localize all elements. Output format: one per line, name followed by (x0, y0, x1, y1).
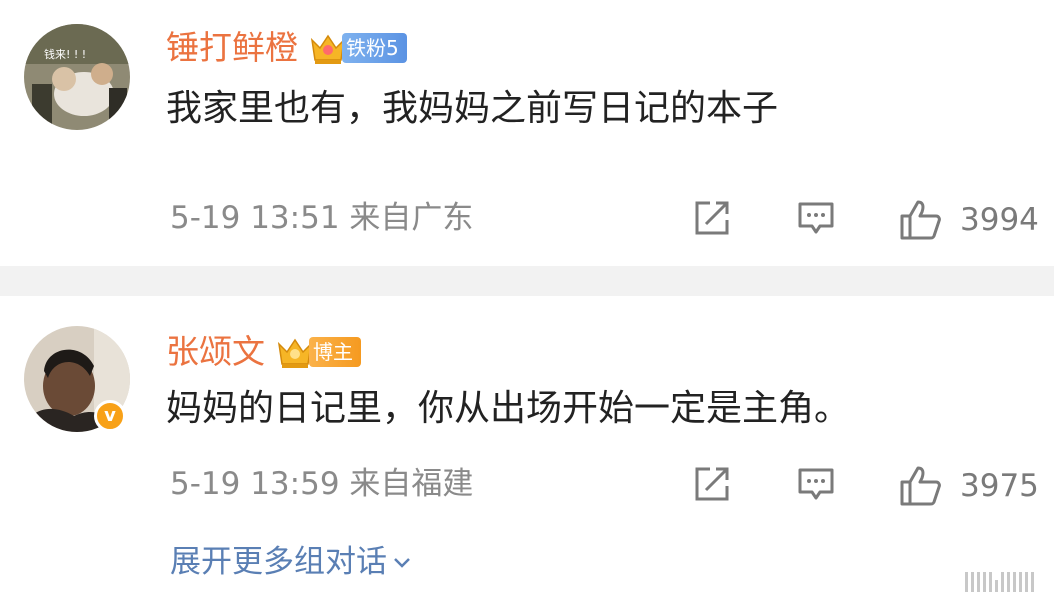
reply-button[interactable] (796, 464, 836, 504)
blogger-badge[interactable]: 博主 (275, 332, 361, 372)
share-icon (695, 467, 729, 501)
comment-text: 妈妈的日记里，你从出场开始一定是主角。 (166, 388, 851, 429)
comment-text: 我家里也有，我妈妈之前写日记的本子 (166, 88, 779, 129)
chevron-down-icon (394, 558, 410, 568)
like-count: 3994 (960, 202, 1039, 238)
comment-time: 5-19 13:59 (170, 466, 340, 502)
comment-location: 来自福建 (349, 466, 474, 502)
watermark-bars (965, 572, 1034, 592)
thumbs-up-icon (900, 466, 941, 506)
share-icon (695, 201, 729, 235)
like-button[interactable]: 3975 (898, 464, 1039, 508)
comment-meta: 5-19 13:59 来自福建 (170, 464, 473, 504)
reply-button[interactable] (796, 198, 836, 238)
name-row: 张颂文 博主 (166, 330, 361, 374)
comment-icon (798, 468, 834, 500)
comment-item: 钱来! ! ! 锤打鲜橙 铁粉5 我家里也有，我妈妈之前写日记的本子 5-19 … (0, 0, 1054, 266)
expand-conversation-link[interactable]: 展开更多组对话 (170, 540, 413, 584)
comment-icon (798, 202, 834, 234)
comment-item: v 张颂文 博主 妈妈的日记里，你从出场开始一定是主角。 5-19 13:59 … (0, 296, 1054, 614)
comment-time: 5-19 13:51 (170, 200, 340, 236)
username[interactable]: 张颂文 (166, 330, 265, 374)
name-row: 锤打鲜橙 铁粉5 (166, 26, 407, 70)
comment-location: 来自广东 (349, 200, 474, 236)
avatar-caption: 钱来! ! ! (44, 47, 86, 61)
like-button[interactable]: 3994 (898, 198, 1039, 242)
share-button[interactable] (692, 198, 732, 238)
share-button[interactable] (692, 464, 732, 504)
expand-label: 展开更多组对话 (170, 544, 387, 580)
username[interactable]: 锤打鲜橙 (166, 26, 298, 70)
fan-level-badge[interactable]: 铁粉5 (308, 28, 407, 68)
comment-divider (0, 266, 1054, 296)
badge-label: 铁粉5 (342, 33, 407, 63)
verified-badge: v (94, 400, 126, 432)
avatar[interactable]: 钱来! ! ! (24, 24, 130, 130)
comment-meta: 5-19 13:51 来自广东 (170, 198, 473, 238)
like-count: 3975 (960, 468, 1039, 504)
badge-label: 博主 (309, 337, 361, 367)
thumbs-up-icon (900, 200, 941, 240)
